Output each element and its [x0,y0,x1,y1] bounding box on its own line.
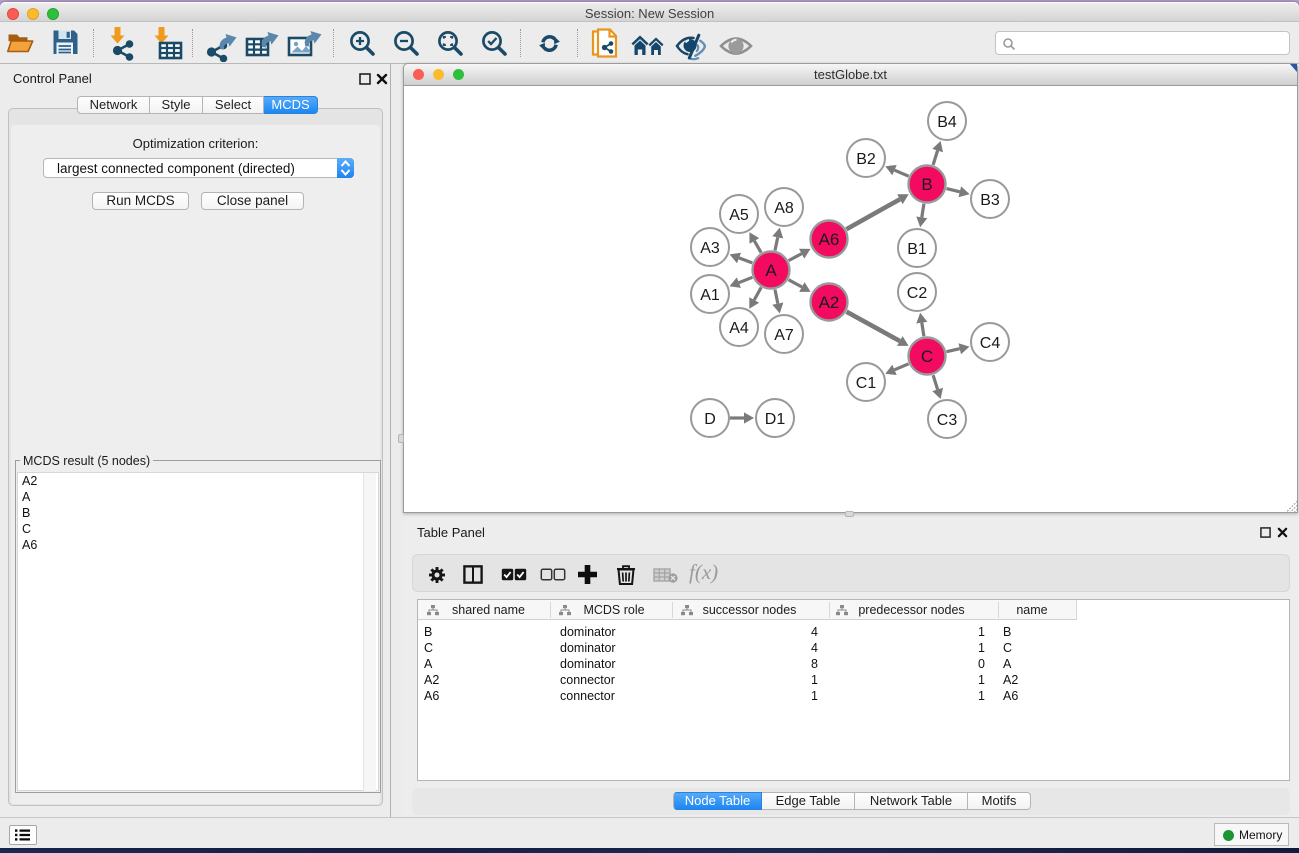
svg-text:C3: C3 [937,412,958,429]
svg-text:A6: A6 [819,230,840,249]
svg-text:C1: C1 [856,375,877,392]
svg-text:A8: A8 [774,200,794,217]
svg-text:C2: C2 [907,285,928,302]
svg-text:B3: B3 [980,192,1000,209]
svg-text:C4: C4 [980,335,1001,352]
svg-text:C: C [921,347,933,366]
svg-text:D: D [704,411,716,428]
svg-text:A1: A1 [700,287,720,304]
svg-text:B2: B2 [856,151,876,168]
svg-text:A7: A7 [774,327,794,344]
svg-text:A5: A5 [729,207,749,224]
svg-text:B4: B4 [937,114,957,131]
svg-text:A3: A3 [700,240,720,257]
svg-text:B1: B1 [907,241,927,258]
svg-text:A: A [765,261,777,280]
svg-text:D1: D1 [765,411,786,428]
svg-text:A4: A4 [729,320,749,337]
svg-text:A2: A2 [819,293,840,312]
svg-text:B: B [921,175,932,194]
